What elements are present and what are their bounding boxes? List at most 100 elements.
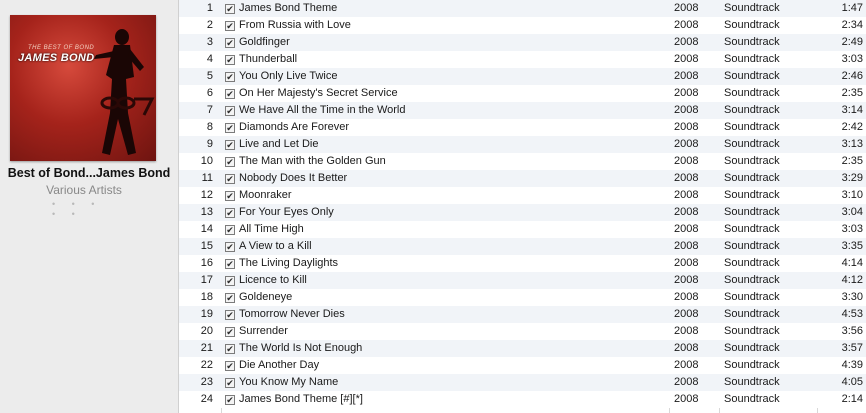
track-checkbox[interactable]: ✔ [225,157,235,167]
track-name: James Bond Theme [#][*] [239,393,363,405]
track-row[interactable]: 8 ✔ Diamonds Are Forever 2008 Soundtrack 2:42 [179,119,866,136]
track-checkbox[interactable]: ✔ [225,378,235,388]
track-genre: Soundtrack [724,87,780,99]
track-checkbox[interactable]: ✔ [225,191,235,201]
track-name: You Know My Name [239,376,339,388]
track-year: 2008 [674,138,699,150]
track-checkbox[interactable]: ✔ [225,327,235,337]
track-name: Die Another Day [239,359,320,371]
track-number: 24 [200,393,213,405]
track-name: The Living Daylights [239,257,339,269]
track-number: 10 [200,155,213,167]
track-name: Goldfinger [239,36,290,48]
track-name: Live and Let Die [239,138,319,150]
track-number: 15 [200,240,213,252]
track-row[interactable]: 13 ✔ For Your Eyes Only 2008 Soundtrack 3:04 [179,204,866,221]
track-checkbox[interactable]: ✔ [225,361,235,371]
track-row[interactable]: 10 ✔ The Man with the Golden Gun 2008 Soundt… [179,153,866,170]
track-row[interactable]: 20 ✔ Surrender 2008 Soundtrack 3:56 [179,323,866,340]
track-checkbox[interactable]: ✔ [225,225,235,235]
track-row[interactable]: 9 ✔ Live and Let Die 2008 Soundtrack 3:13 [179,136,866,153]
track-genre: Soundtrack [724,70,780,82]
track-row[interactable]: 14 ✔ All Time High 2008 Soundtrack 3:03 [179,221,866,238]
track-year: 2008 [674,155,699,167]
track-time: 3:13 [841,138,863,150]
track-genre: Soundtrack [724,53,780,65]
track-time: 3:57 [841,342,863,354]
track-year: 2008 [674,104,699,116]
album-art-title: JAMES BOND [18,52,95,64]
track-year: 2008 [674,325,699,337]
track-row[interactable]: 23 ✔ You Know My Name 2008 Soundtrack 4:05 [179,374,866,391]
track-row[interactable]: 19 ✔ Tomorrow Never Dies 2008 Soundtrack 4:53 [179,306,866,323]
track-checkbox[interactable]: ✔ [225,21,235,31]
track-row[interactable]: 24 ✔ James Bond Theme [#][*] 2008 Soundtrack… [179,391,866,408]
track-checkbox[interactable]: ✔ [225,123,235,133]
track-row[interactable]: 4 ✔ Thunderball 2008 Soundtrack 3:03 [179,51,866,68]
track-number: 7 [206,104,213,116]
track-checkbox[interactable]: ✔ [225,55,235,65]
track-time: 2:35 [841,155,863,167]
track-number: 19 [200,308,213,320]
track-row[interactable]: 21 ✔ The World Is Not Enough 2008 Soundtrack… [179,340,866,357]
track-checkbox[interactable]: ✔ [225,293,235,303]
track-row[interactable]: 18 ✔ Goldeneye 2008 Soundtrack 3:30 [179,289,866,306]
track-row[interactable]: 7 ✔ We Have All the Time in the World 2008 S… [179,102,866,119]
track-number: 21 [200,342,213,354]
track-name: Nobody Does It Better [239,172,348,184]
track-checkbox[interactable]: ✔ [225,174,235,184]
track-number: 2 [206,19,213,31]
track-row[interactable]: 16 ✔ The Living Daylights 2008 Soundtrack 4:1… [179,255,866,272]
track-checkbox[interactable]: ✔ [225,38,235,48]
track-year: 2008 [674,376,699,388]
album-artist[interactable]: Various Artists [0,183,168,197]
track-genre: Soundtrack [724,172,780,184]
track-checkbox[interactable]: ✔ [225,140,235,150]
track-number: 8 [206,121,213,133]
track-checkbox[interactable]: ✔ [225,4,235,14]
track-checkbox[interactable]: ✔ [225,89,235,99]
track-time: 2:34 [841,19,863,31]
track-row[interactable]: 3 ✔ Goldfinger 2008 Soundtrack 2:49 [179,34,866,51]
track-row[interactable]: 22 ✔ Die Another Day 2008 Soundtrack 4:39 [179,357,866,374]
track-name: All Time High [239,223,304,235]
track-genre: Soundtrack [724,19,780,31]
track-year: 2008 [674,36,699,48]
track-row[interactable]: 15 ✔ A View to a Kill 2008 Soundtrack 3:35 [179,238,866,255]
track-year: 2008 [674,393,699,405]
track-checkbox[interactable]: ✔ [225,242,235,252]
track-checkbox[interactable]: ✔ [225,106,235,116]
album-rating[interactable]: • • • • • [52,199,112,219]
track-row[interactable]: 11 ✔ Nobody Does It Better 2008 Soundtrack 3:… [179,170,866,187]
track-checkbox[interactable]: ✔ [225,259,235,269]
album-artwork[interactable]: THE BEST OF BOND JAMES BOND [10,15,156,161]
track-checkbox[interactable]: ✔ [225,276,235,286]
track-name: On Her Majesty's Secret Service [239,87,398,99]
track-checkbox[interactable]: ✔ [225,395,235,405]
track-time: 1:47 [841,2,863,14]
track-name: A View to a Kill [239,240,312,252]
track-checkbox[interactable]: ✔ [225,72,235,82]
track-year: 2008 [674,172,699,184]
track-genre: Soundtrack [724,393,780,405]
track-row[interactable]: 2 ✔ From Russia with Love 2008 Soundtrack 2:3… [179,17,866,34]
track-year: 2008 [674,121,699,133]
track-checkbox[interactable]: ✔ [225,310,235,320]
track-checkbox[interactable]: ✔ [225,344,235,354]
track-row[interactable]: 5 ✔ You Only Live Twice 2008 Soundtrack 2:46 [179,68,866,85]
track-genre: Soundtrack [724,342,780,354]
track-row[interactable]: 12 ✔ Moonraker 2008 Soundtrack 3:10 [179,187,866,204]
track-row[interactable]: 17 ✔ Licence to Kill 2008 Soundtrack 4:12 [179,272,866,289]
track-year: 2008 [674,53,699,65]
track-row[interactable]: 1 ✔ James Bond Theme 2008 Soundtrack 1:47 [179,0,866,17]
track-number: 16 [200,257,213,269]
track-row[interactable]: 6 ✔ On Her Majesty's Secret Service 2008 Sou… [179,85,866,102]
track-time: 3:10 [841,189,863,201]
track-checkbox[interactable]: ✔ [225,208,235,218]
track-name: The World Is Not Enough [239,342,363,354]
track-number: 5 [206,70,213,82]
track-number: 12 [200,189,213,201]
album-artwork-figure [94,29,155,155]
track-genre: Soundtrack [724,223,780,235]
track-time: 2:35 [841,87,863,99]
